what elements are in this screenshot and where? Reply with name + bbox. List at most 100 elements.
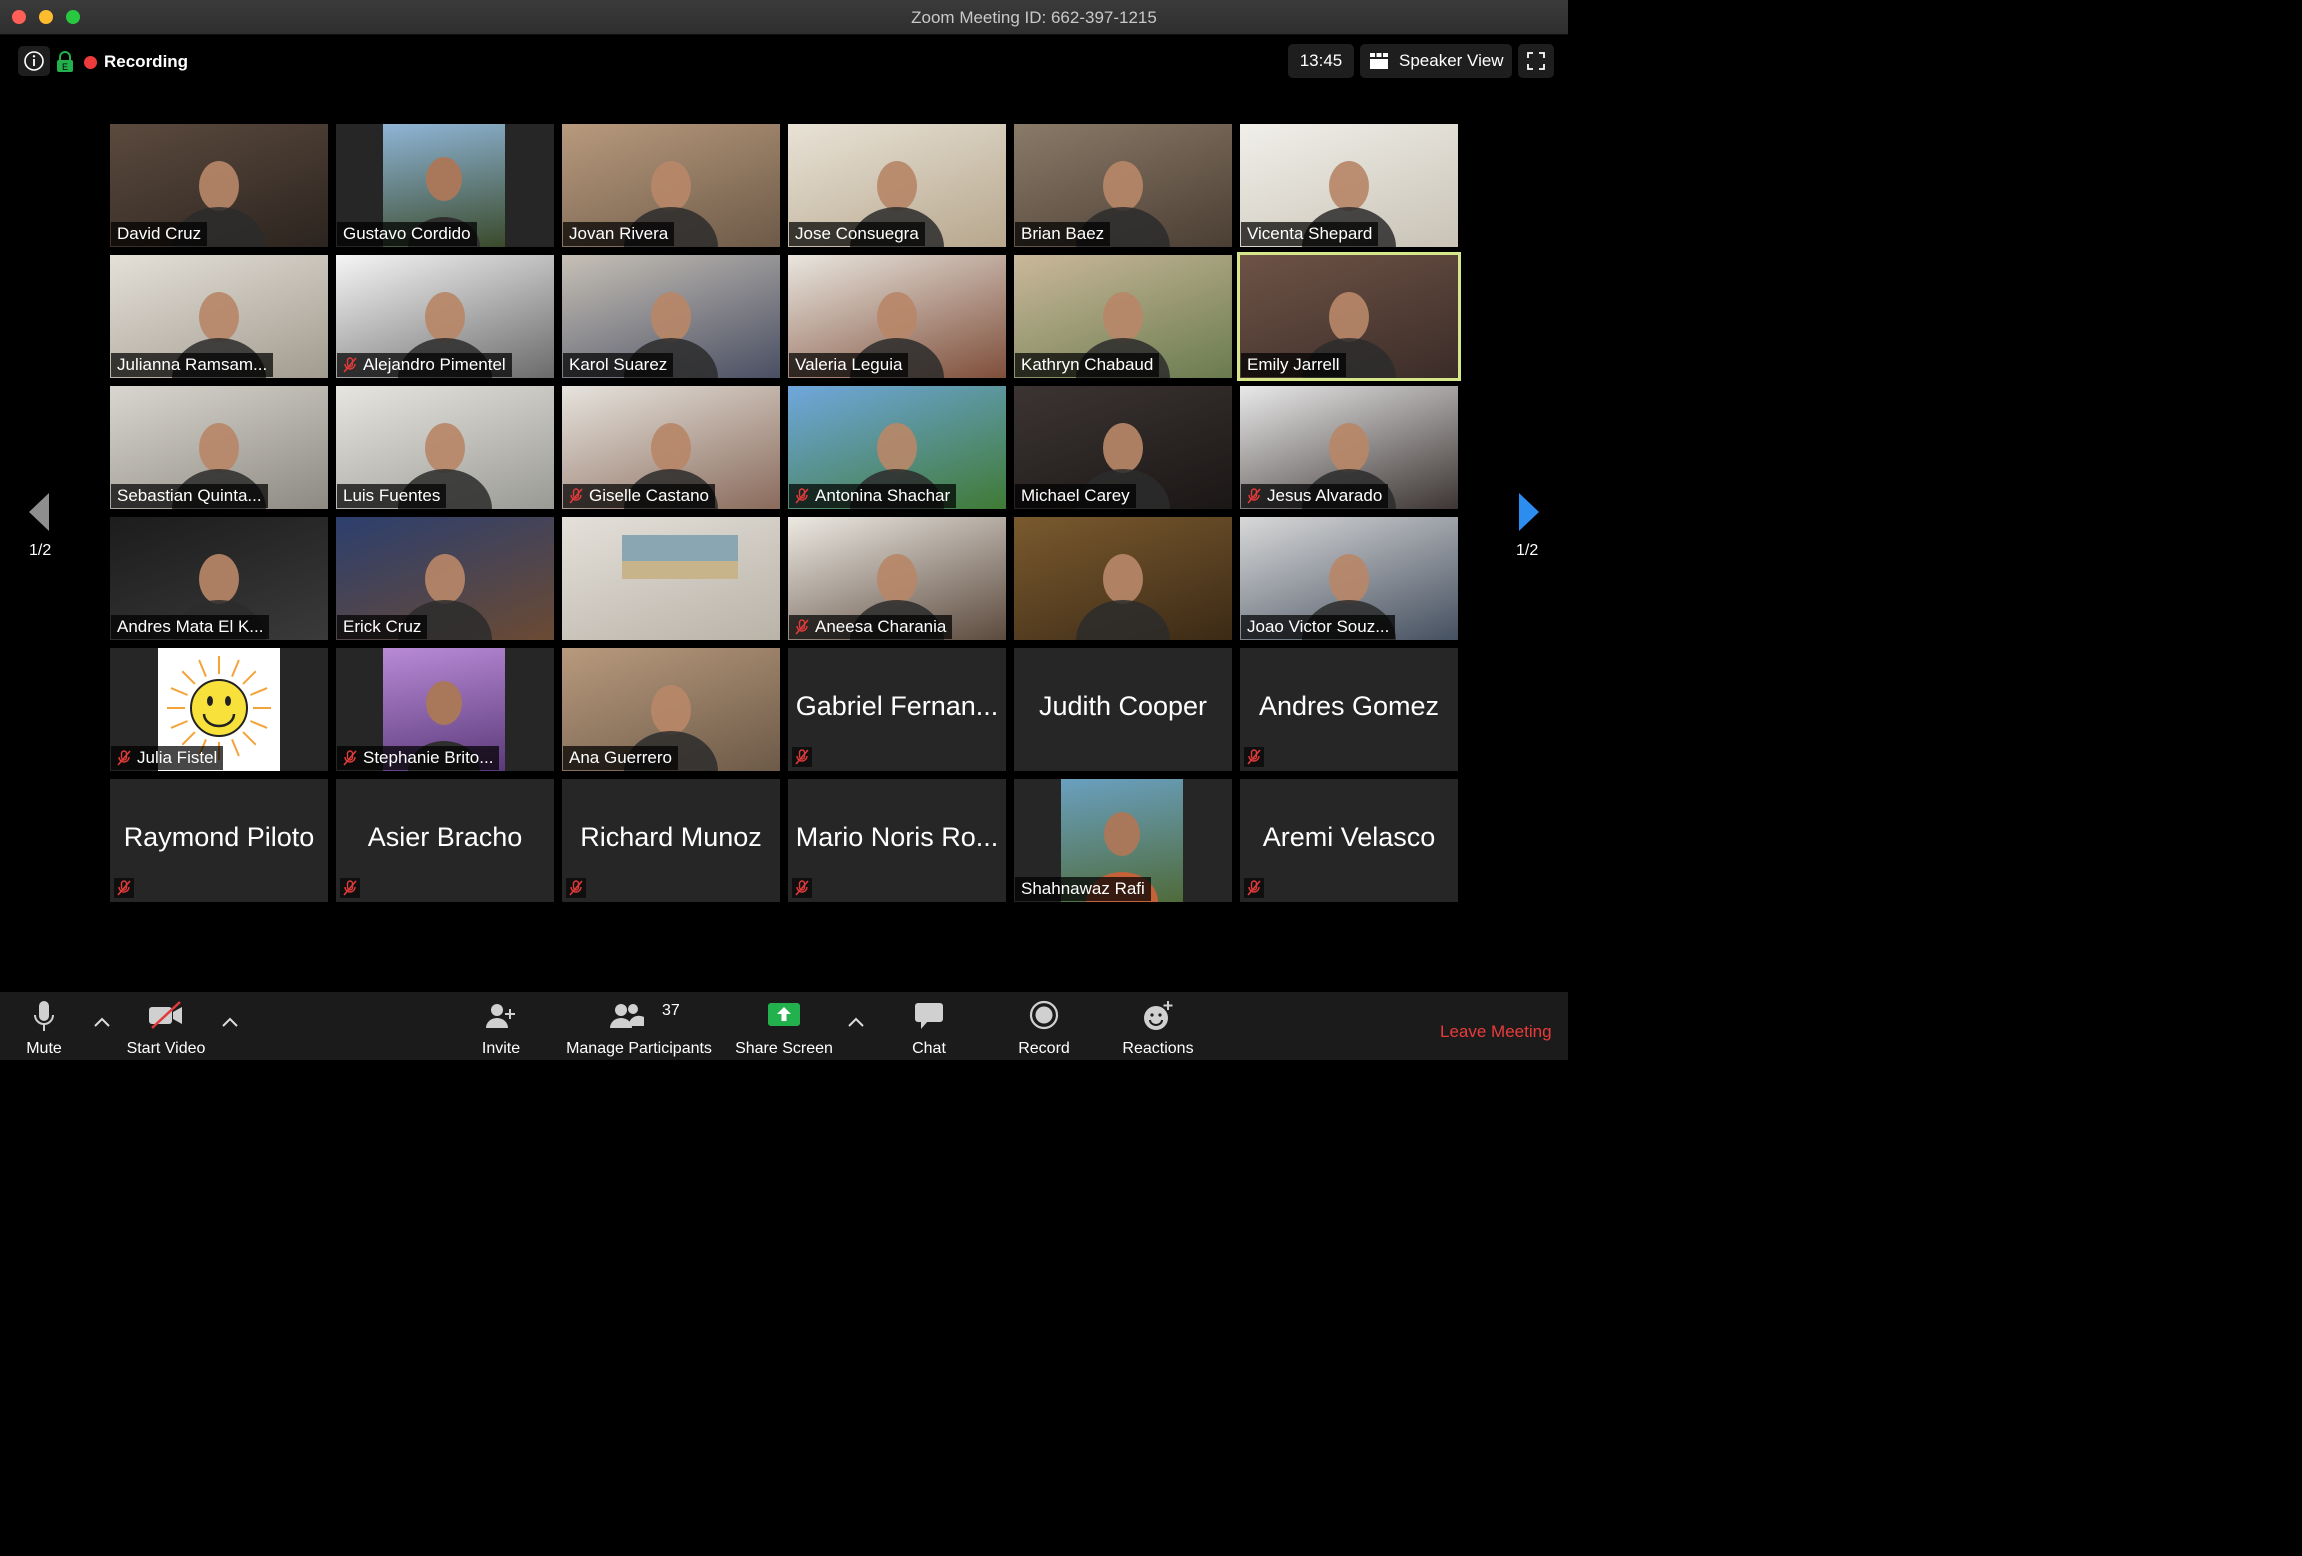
participant-name: Luis Fuentes [343,486,441,505]
speaker-view-button[interactable]: Speaker View [1360,44,1512,78]
participant-tile[interactable]: Antonina Shachar [788,386,1006,509]
participant-tile[interactable]: Andres Mata El K... [110,517,328,640]
participant-name-label: Michael Carey [1015,484,1136,508]
video-options-caret-icon[interactable] [221,1016,239,1028]
leave-meeting-button[interactable]: Leave Meeting [1440,1022,1552,1042]
participant-tile[interactable]: Giselle Castano [562,386,780,509]
muted-mic-icon [343,357,357,373]
window-title: Zoom Meeting ID: 662-397-1215 [911,8,1157,27]
record-button[interactable]: Record [1012,992,1076,1060]
participant-tile[interactable]: Joao Victor Souz... [1240,517,1458,640]
participant-tile[interactable]: Jose Consuegra [788,124,1006,247]
participant-name: Andres Mata El K... [117,617,264,636]
participant-tile[interactable]: Erick Cruz [336,517,554,640]
muted-mic-icon [569,488,583,504]
participant-tile[interactable] [1014,517,1232,640]
participant-tile[interactable]: Aneesa Charania [788,517,1006,640]
participant-tile[interactable]: Alejandro Pimentel [336,255,554,378]
participant-name: Kathryn Chabaud [1021,355,1154,374]
participant-name: Antonina Shachar [815,486,951,505]
participant-name-display: Gabriel Fernan... [795,691,999,721]
meeting-info-button[interactable] [18,46,50,76]
participant-name-label: Shahnawaz Rafi [1015,877,1151,901]
chat-bubble-icon [915,1003,943,1029]
participant-name: Ana Guerrero [569,748,672,767]
participant-tile[interactable]: Shahnawaz Rafi [1014,779,1232,902]
share-screen-icon [768,1003,800,1026]
meeting-time: 13:45 [1288,44,1354,78]
participant-name: Karol Suarez [569,355,668,374]
participant-tile[interactable]: Kathryn Chabaud [1014,255,1232,378]
participant-name-label: Luis Fuentes [337,484,447,508]
participant-name-display: Aremi Velasco [1262,822,1436,852]
participant-name: Julianna Ramsam... [117,355,268,374]
recording-dot-icon [84,55,97,69]
speaker-view-label: Speaker View [1399,51,1504,70]
meeting-toolbar: Mute Start Video Invite 37 Manage Partic… [0,992,1568,1060]
participant-tile[interactable]: Judith Cooper [1014,648,1232,771]
next-page-arrow-icon[interactable] [1518,492,1540,532]
participant-name-label: Erick Cruz [337,615,428,639]
start-video-button[interactable]: Start Video [116,992,216,1060]
participant-video [1014,517,1232,640]
participant-name-label: Emily Jarrell [1241,353,1346,377]
participant-tile[interactable]: Raymond Piloto [110,779,328,902]
participant-tile[interactable]: Gustavo Cordido [336,124,554,247]
previous-page-arrow-icon[interactable] [28,492,50,532]
muted-mic-icon [795,619,809,635]
participant-tile[interactable]: Brian Baez [1014,124,1232,247]
manage-participants-button[interactable]: 37 Manage Participants [560,992,718,1060]
meeting-top-bar: E Recording 13:45 Speaker View [0,34,1568,90]
participants-icon [610,1004,644,1028]
participant-tile[interactable]: Ana Guerrero [562,648,780,771]
participants-label: Manage Participants [566,1040,712,1057]
participant-tile[interactable]: Sebastian Quinta... [110,386,328,509]
participant-tile[interactable]: Julianna Ramsam... [110,255,328,378]
participant-tile[interactable]: David Cruz [110,124,328,247]
fullscreen-button[interactable] [1518,44,1554,78]
participant-tile[interactable]: Valeria Leguia [788,255,1006,378]
reactions-button[interactable]: Reactions [1118,992,1198,1060]
participant-tile[interactable]: Karol Suarez [562,255,780,378]
participant-tile[interactable]: Vicenta Shepard [1240,124,1458,247]
participant-name: Brian Baez [1021,224,1105,243]
participant-tile[interactable]: Michael Carey [1014,386,1232,509]
participant-tile[interactable]: Julia Fistel [110,648,328,771]
mute-button[interactable]: Mute [12,992,76,1060]
participant-tile[interactable]: Mario Noris Ro... [788,779,1006,902]
participant-name-label: Gustavo Cordido [337,222,477,246]
participant-tile[interactable]: Emily Jarrell [1237,252,1461,381]
participant-tile[interactable]: Gabriel Fernan... [788,648,1006,771]
muted-indicator [340,878,360,898]
participant-tile[interactable]: Richard Munoz [562,779,780,902]
recording-label: Recording [104,52,189,71]
participant-name-label: Andres Mata El K... [111,615,270,639]
share-options-caret-icon[interactable] [847,1016,865,1028]
participant-tile[interactable]: Jesus Alvarado [1240,386,1458,509]
recording-indicator[interactable]: Recording [84,52,188,72]
chat-button[interactable]: Chat [902,992,956,1060]
title-bar: Zoom Meeting ID: 662-397-1215 [0,0,1568,35]
muted-mic-icon [569,880,583,896]
participant-tile[interactable]: Luis Fuentes [336,386,554,509]
reactions-label: Reactions [1122,1040,1194,1057]
participant-tile[interactable] [562,517,780,640]
muted-indicator [1244,747,1264,767]
muted-indicator [1244,878,1264,898]
participant-name-display: Judith Cooper [1038,691,1208,721]
participant-name: Jose Consuegra [795,224,919,243]
participant-name-label: David Cruz [111,222,208,246]
participant-tile[interactable]: Andres Gomez [1240,648,1458,771]
audio-options-caret-icon[interactable] [93,1016,111,1028]
participant-name-label: Alejandro Pimentel [337,353,512,377]
participant-tile[interactable]: Jovan Rivera [562,124,780,247]
encryption-lock-icon[interactable]: E [56,51,74,73]
share-screen-button[interactable]: Share Screen [732,992,836,1060]
participant-name-display: Raymond Piloto [123,822,315,852]
participant-name-label: Julia Fistel [111,746,224,770]
participant-tile[interactable]: Stephanie Brito... [336,648,554,771]
participant-name: Giselle Castano [589,486,710,505]
participant-tile[interactable]: Asier Bracho [336,779,554,902]
participant-tile[interactable]: Aremi Velasco [1240,779,1458,902]
invite-button[interactable]: Invite [470,992,532,1060]
